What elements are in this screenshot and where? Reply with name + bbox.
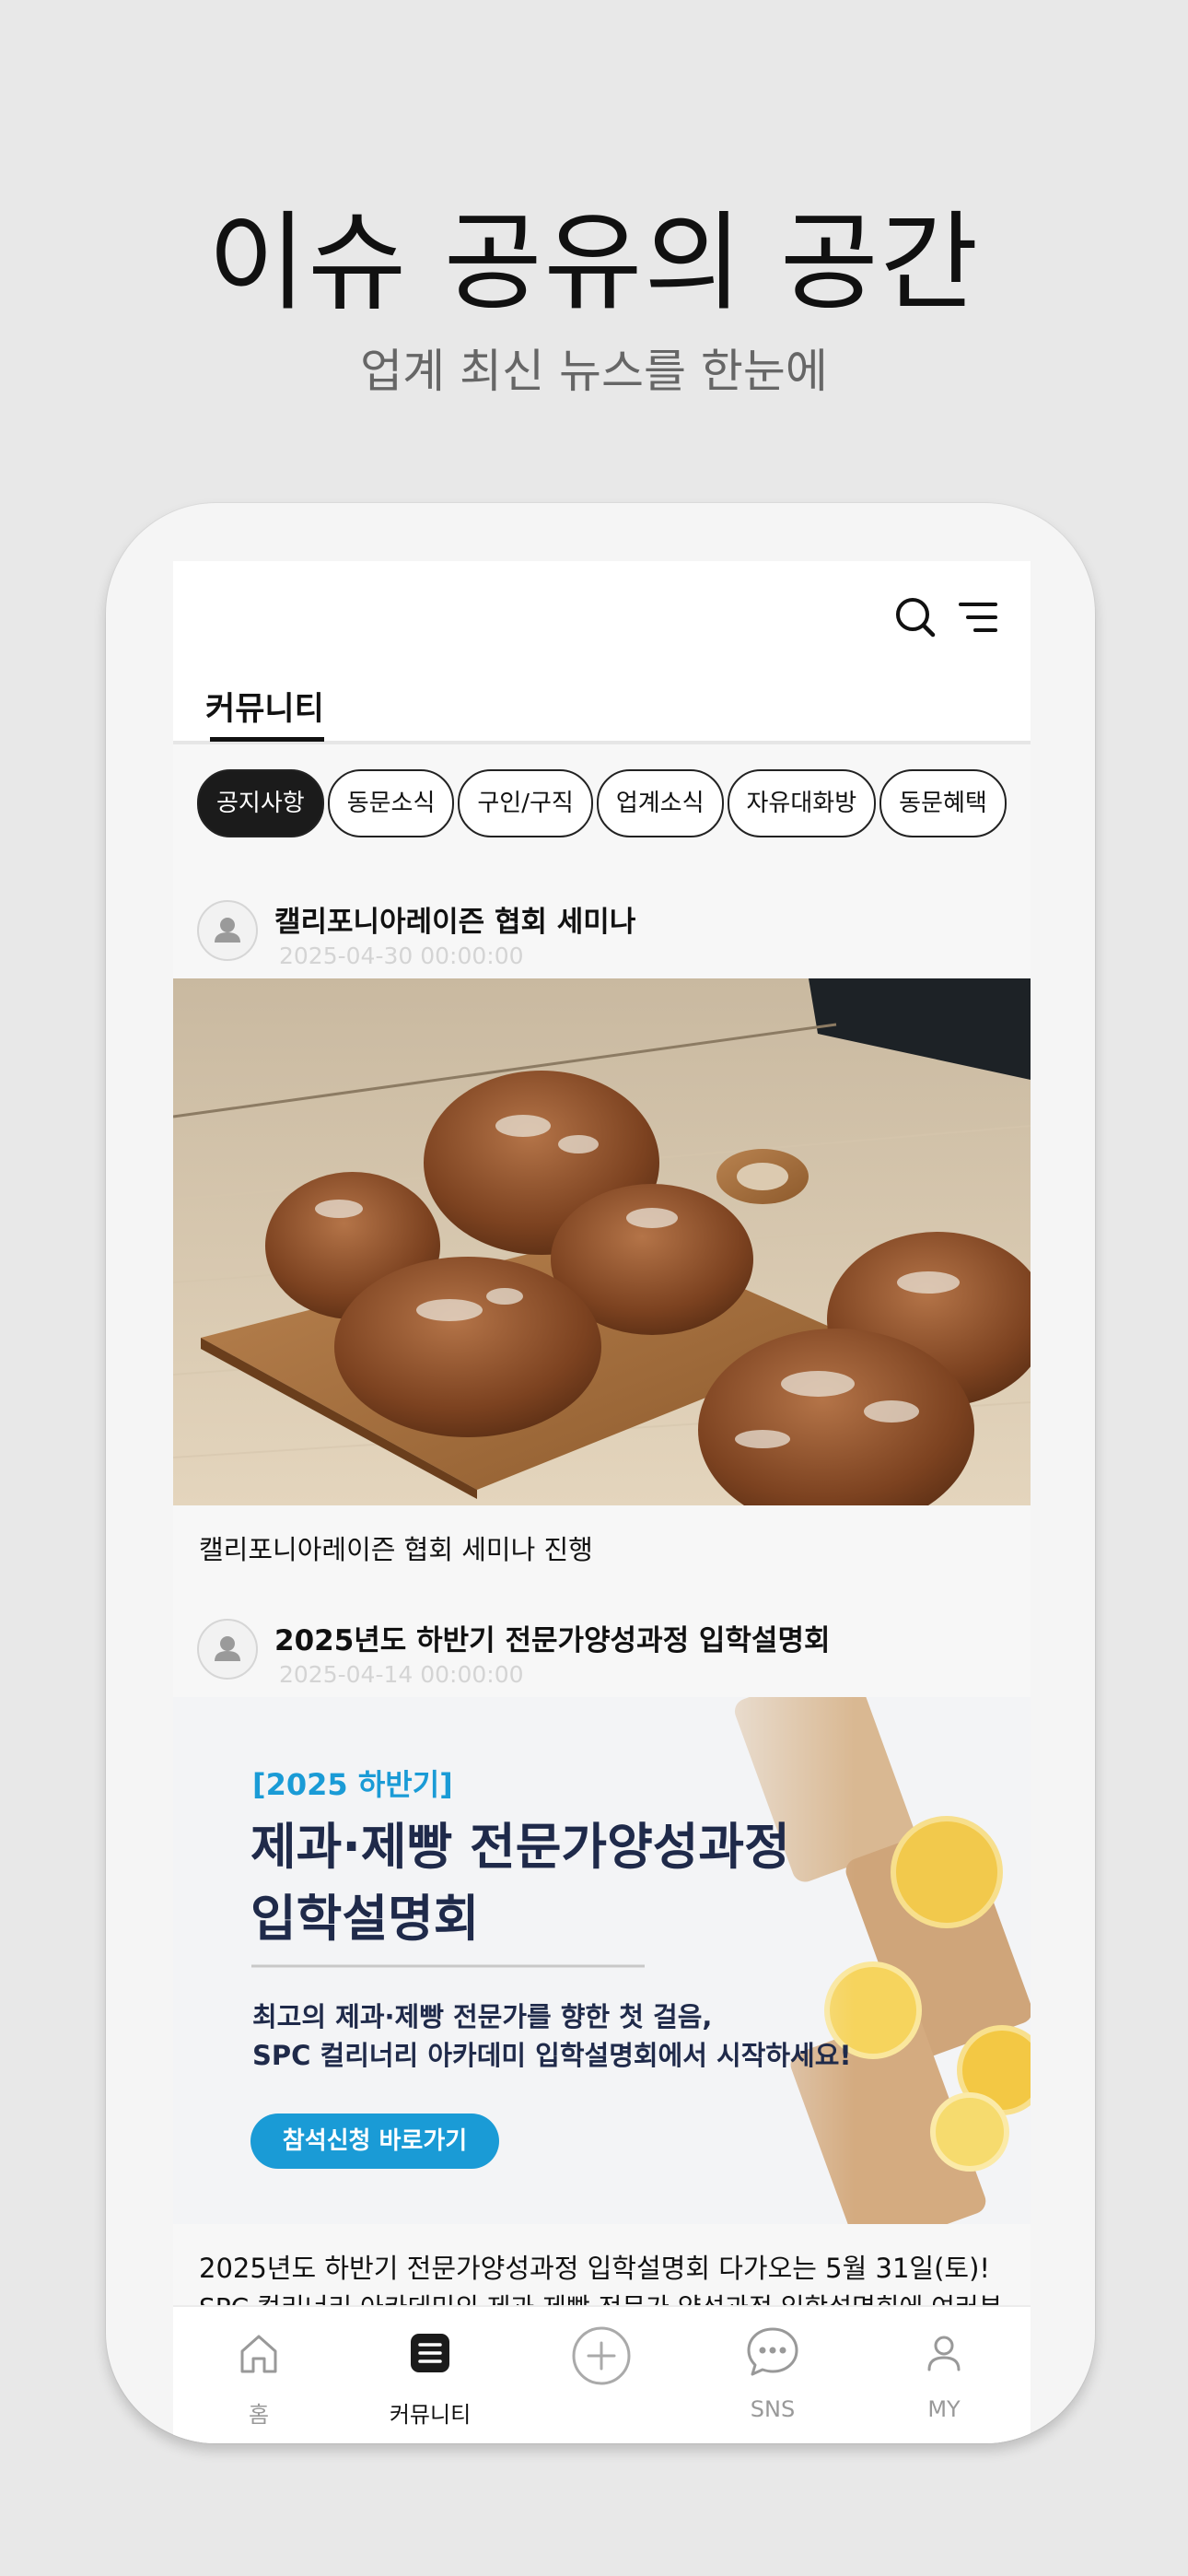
chip-notice[interactable]: 공지사항 (197, 769, 324, 837)
top-bar: 커뮤니티 (173, 561, 1031, 744)
person-icon (927, 2336, 961, 2371)
nav-community[interactable]: 커뮤니티 (344, 2307, 516, 2443)
add-icon (572, 2326, 631, 2385)
post-header[interactable]: 2025년도 하반기 전문가양성과정 입학설명회 2025-04-14 00:0… (173, 1611, 1031, 1694)
chip-free-talk[interactable]: 자유대화방 (727, 769, 877, 837)
phone-frame: 커뮤니티 공지사항 동문소식 구인/구직 업계소식 자유대화방 동문혜택 캘리포… (106, 503, 1095, 2443)
avatar (197, 900, 258, 961)
nav-home[interactable]: 홈 (173, 2307, 344, 2443)
nav-community-label: 커뮤니티 (389, 2402, 472, 2428)
community-icon (411, 2334, 449, 2372)
banner-body: 최고의 제과·제빵 전문가를 향한 첫 걸음, (252, 2001, 713, 2032)
search-icon[interactable] (887, 589, 946, 648)
nav-add[interactable] (516, 2307, 687, 2443)
menu-icon[interactable] (949, 589, 1008, 648)
avatar (197, 1619, 258, 1680)
nav-sns-label: SNS (750, 2396, 796, 2422)
chip-alumni-news[interactable]: 동문소식 (327, 769, 455, 837)
banner-headline: 제과·제빵 전문가양성과정 (250, 1818, 790, 1876)
post-date: 2025-04-14 00:00:00 (279, 1661, 524, 1688)
promo-subtitle: 업계 최신 뉴스를 한눈에 (360, 345, 828, 398)
banner-headline-2: 입학설명회 (250, 1890, 480, 1948)
post-caption[interactable]: 2025년도 하반기 전문가양성과정 입학설명회 다가오는 5월 31일(토)! (199, 2247, 990, 2286)
post-image-bread[interactable] (173, 978, 1031, 1505)
post-date: 2025-04-30 00:00:00 (279, 943, 524, 969)
post-header[interactable]: 캘리포니아레이즌 협회 세미나 2025-04-30 00:00:00 (173, 893, 1031, 976)
post-title[interactable]: 캘리포니아레이즌 협회 세미나 (274, 898, 635, 940)
nav-my[interactable]: MY (858, 2307, 1030, 2443)
post-title[interactable]: 2025년도 하반기 전문가양성과정 입학설명회 (274, 1617, 831, 1658)
chip-industry-news[interactable]: 업계소식 (596, 769, 724, 837)
tab-underline (210, 737, 324, 742)
banner-body-2: SPC 컬리너리 아카데미 입학설명회에서 시작하세요! (252, 2040, 852, 2071)
apply-button[interactable]: 참석신청 바로가기 (250, 2113, 499, 2169)
post-caption[interactable]: 캘리포니아레이즌 협회 세미나 진행 (199, 1528, 593, 1567)
post-image-banner[interactable]: [2025 하반기] 제과·제빵 전문가양성과정 입학설명회 최고의 제과·제빵… (173, 1697, 1031, 2224)
nav-home-label: 홈 (248, 2402, 270, 2428)
tab-community[interactable]: 커뮤니티 (205, 683, 324, 730)
chip-jobs[interactable]: 구인/구직 (458, 769, 593, 837)
app-screen: 커뮤니티 공지사항 동문소식 구인/구직 업계소식 자유대화방 동문혜택 캘리포… (173, 561, 1031, 2443)
nav-sns[interactable]: SNS (687, 2307, 858, 2443)
bottom-nav: 홈 커뮤니티 SNS MY (173, 2305, 1031, 2443)
chip-alumni-benefits[interactable]: 동문혜택 (879, 769, 1007, 837)
promo-title: 이슈 공유의 공간 (207, 201, 981, 325)
chat-icon (747, 2327, 798, 2376)
category-chips: 공지사항 동문소식 구인/구직 업계소식 자유대화방 동문혜택 (197, 769, 1007, 839)
banner-tag: [2025 하반기] (252, 1767, 453, 1802)
nav-my-label: MY (927, 2396, 961, 2422)
home-icon (240, 2335, 277, 2373)
